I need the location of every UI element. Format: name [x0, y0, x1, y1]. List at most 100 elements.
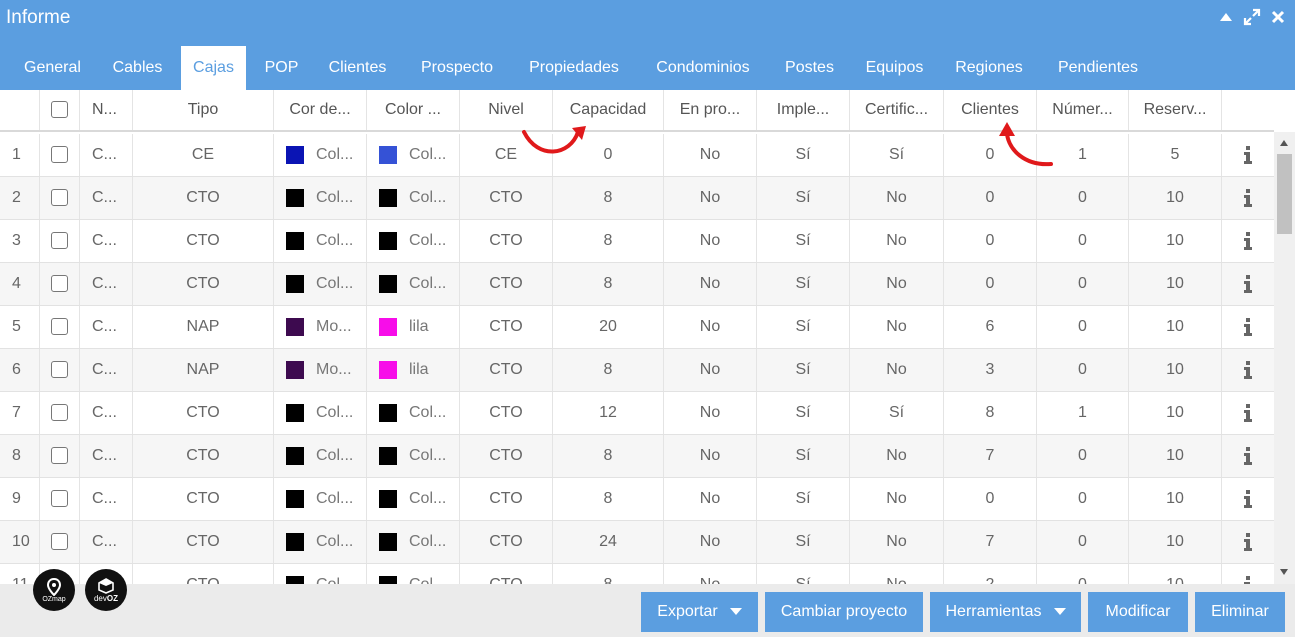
- cell-enpro: No: [664, 263, 757, 305]
- row-info[interactable]: [1222, 349, 1274, 391]
- table-row[interactable]: 4 C... CTO Col... Col... CTO 8 No Sí No 0 0 10: [0, 263, 1274, 306]
- table-row[interactable]: 2 C... CTO Col... Col... CTO 8 No Sí No 0 0 10: [0, 177, 1274, 220]
- table-row[interactable]: 10 C... CTO Col... Col... CTO 24 No Sí No 7 0 10: [0, 521, 1274, 564]
- tab-prospecto[interactable]: Prospecto: [406, 46, 508, 90]
- scroll-thumb[interactable]: [1277, 154, 1292, 234]
- column-header-clientes[interactable]: Clientes: [944, 90, 1037, 130]
- table-row[interactable]: 9 C... CTO Col... Col... CTO 8 No Sí No 0 0 10: [0, 478, 1274, 521]
- column-header-imple[interactable]: Imple...: [757, 90, 850, 130]
- row-select[interactable]: [40, 263, 80, 305]
- color-swatch: [286, 447, 304, 465]
- tab-equipos[interactable]: Equipos: [852, 46, 937, 90]
- row-checkbox[interactable]: [51, 490, 68, 508]
- column-header-reserv[interactable]: Reserv...: [1129, 90, 1222, 130]
- modify-button[interactable]: Modificar: [1088, 592, 1188, 632]
- column-header-capacidad[interactable]: Capacidad: [553, 90, 664, 130]
- row-info[interactable]: [1222, 306, 1274, 348]
- column-header-enpro[interactable]: En pro...: [664, 90, 757, 130]
- row-checkbox[interactable]: [51, 318, 68, 336]
- delete-button[interactable]: Eliminar: [1195, 592, 1285, 632]
- row-select[interactable]: [40, 177, 80, 219]
- grid-header: N... Tipo Cor de... Color ... Nivel Capacidad…: [0, 90, 1274, 132]
- tab-cajas[interactable]: Cajas: [181, 46, 246, 91]
- info-icon[interactable]: [1244, 317, 1252, 336]
- table-row[interactable]: 11C...CTOCol...Col...CTO8NoSíNo2010: [0, 564, 1274, 584]
- row-checkbox[interactable]: [51, 404, 68, 422]
- row-info[interactable]: [1222, 564, 1274, 584]
- cell-imple: Sí: [757, 478, 850, 520]
- tab-cables[interactable]: Cables: [100, 46, 175, 90]
- tab-clientes[interactable]: Clientes: [315, 46, 400, 90]
- info-icon[interactable]: [1244, 575, 1252, 584]
- tab-general[interactable]: General: [10, 46, 95, 90]
- info-icon[interactable]: [1244, 403, 1252, 422]
- row-checkbox[interactable]: [51, 189, 68, 207]
- modify-button-label: Modificar: [1105, 603, 1171, 620]
- column-header-certif[interactable]: Certific...: [850, 90, 944, 130]
- cube-icon: [98, 577, 114, 594]
- close-icon[interactable]: [1269, 8, 1287, 26]
- color-swatch: [286, 533, 304, 551]
- row-checkbox[interactable]: [51, 447, 68, 465]
- tools-button[interactable]: Herramientas: [930, 592, 1081, 632]
- row-checkbox[interactable]: [51, 361, 68, 379]
- info-icon[interactable]: [1244, 489, 1252, 508]
- table-row[interactable]: 8 C... CTO Col... Col... CTO 8 No Sí No 7 0 10: [0, 435, 1274, 478]
- info-icon[interactable]: [1244, 360, 1252, 379]
- scroll-up-icon[interactable]: [1280, 140, 1288, 146]
- tab-regiones[interactable]: Regiones: [943, 46, 1035, 90]
- row-checkbox[interactable]: [51, 146, 68, 164]
- info-icon[interactable]: [1244, 446, 1252, 465]
- column-header-tipo[interactable]: Tipo: [133, 90, 274, 130]
- row-info[interactable]: [1222, 134, 1274, 176]
- info-icon[interactable]: [1244, 274, 1252, 293]
- info-icon[interactable]: [1244, 145, 1252, 164]
- row-select[interactable]: [40, 392, 80, 434]
- row-info[interactable]: [1222, 220, 1274, 262]
- row-select[interactable]: [40, 435, 80, 477]
- row-select[interactable]: [40, 349, 80, 391]
- row-checkbox[interactable]: [51, 232, 68, 250]
- change-project-button[interactable]: Cambiar proyecto: [765, 592, 923, 632]
- row-select[interactable]: [40, 521, 80, 563]
- info-icon[interactable]: [1244, 532, 1252, 551]
- column-header-color[interactable]: Color ...: [367, 90, 460, 130]
- tab-pendientes[interactable]: Pendientes: [1043, 46, 1153, 90]
- row-checkbox[interactable]: [51, 275, 68, 293]
- row-select[interactable]: [40, 134, 80, 176]
- row-info[interactable]: [1222, 177, 1274, 219]
- select-all-checkbox[interactable]: [51, 101, 68, 119]
- tab-condominios[interactable]: Condominios: [640, 46, 766, 90]
- scroll-down-icon[interactable]: [1280, 569, 1288, 575]
- vertical-scrollbar[interactable]: [1274, 132, 1295, 584]
- expand-icon[interactable]: [1243, 8, 1261, 26]
- row-select[interactable]: [40, 306, 80, 348]
- row-info[interactable]: [1222, 392, 1274, 434]
- collapse-icon[interactable]: [1217, 8, 1235, 26]
- table-row[interactable]: 6 C... NAP Mo... lila CTO 8 No Sí No 3 0 10: [0, 349, 1274, 392]
- row-select[interactable]: [40, 220, 80, 262]
- devoz-logo[interactable]: devOZ: [85, 569, 127, 611]
- info-icon[interactable]: [1244, 231, 1252, 250]
- row-checkbox[interactable]: [51, 533, 68, 551]
- row-info[interactable]: [1222, 478, 1274, 520]
- table-row[interactable]: 7 C... CTO Col... Col... CTO 12 No Sí Sí 8 1 10: [0, 392, 1274, 435]
- header-select-all[interactable]: [40, 90, 80, 130]
- tab-postes[interactable]: Postes: [772, 46, 847, 90]
- export-button[interactable]: Exportar: [641, 592, 758, 632]
- tab-pop[interactable]: POP: [253, 46, 310, 90]
- table-row[interactable]: 3 C... CTO Col... Col... CTO 8 No Sí No 0 0 10: [0, 220, 1274, 263]
- column-header-nivel[interactable]: Nivel: [460, 90, 553, 130]
- row-info[interactable]: [1222, 521, 1274, 563]
- column-header-n[interactable]: N...: [80, 90, 133, 130]
- info-icon[interactable]: [1244, 188, 1252, 207]
- table-row[interactable]: 5 C... NAP Mo... lila CTO 20 No Sí No 6 0 10: [0, 306, 1274, 349]
- row-info[interactable]: [1222, 435, 1274, 477]
- tab-propiedades[interactable]: Propiedades: [514, 46, 634, 90]
- row-select[interactable]: [40, 478, 80, 520]
- ozmap-logo[interactable]: OZmap: [33, 569, 75, 611]
- column-header-numer[interactable]: Númer...: [1037, 90, 1129, 130]
- row-info[interactable]: [1222, 263, 1274, 305]
- column-header-cor[interactable]: Cor de...: [274, 90, 367, 130]
- table-row[interactable]: 1 C... CE Col... Col... CE 0 No Sí Sí 0 1 5: [0, 134, 1274, 177]
